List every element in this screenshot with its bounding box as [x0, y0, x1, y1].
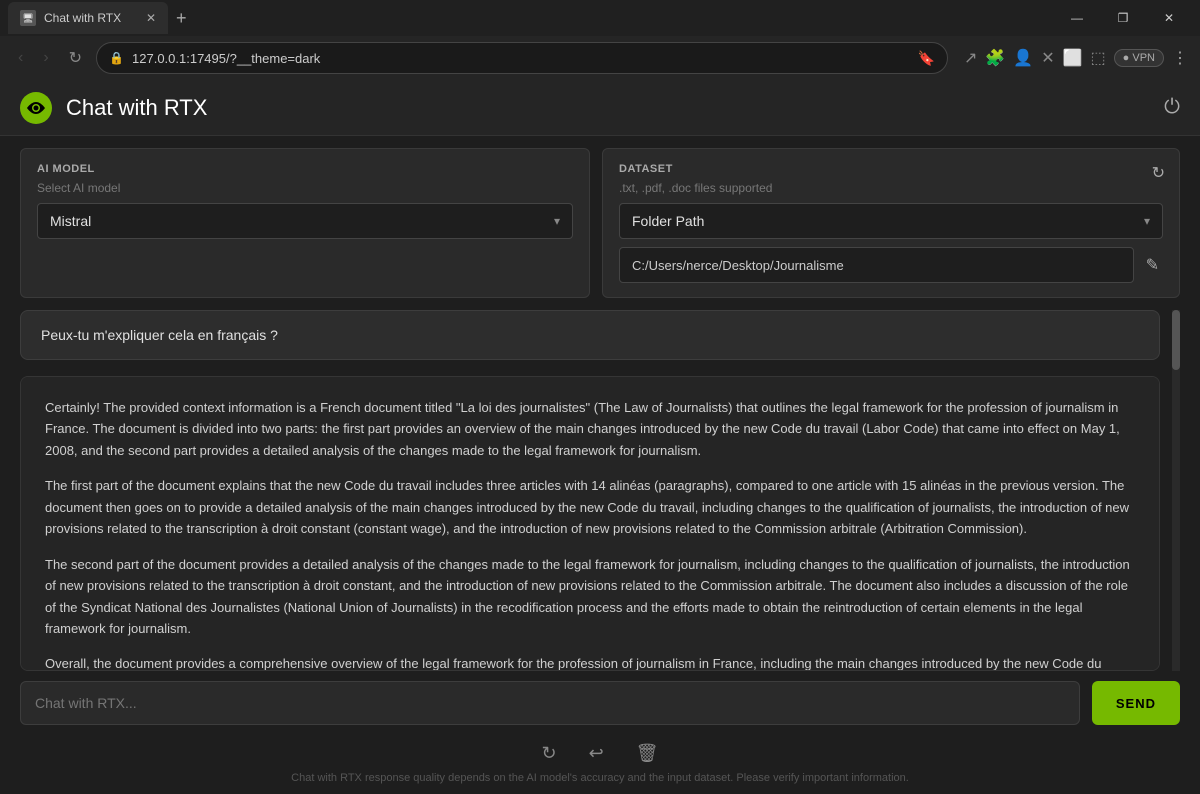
- ai-paragraph-3: The second part of the document provides…: [45, 554, 1135, 640]
- folder-dropdown-arrow: ▾: [1144, 214, 1150, 228]
- browser-toolbar-extras: ↗ 🧩 👤 ✕ ⬜ ⬚ ● VPN ⋮: [964, 48, 1188, 68]
- chat-messages-wrapper: Peux-tu m'expliquer cela en français ? C…: [20, 310, 1180, 671]
- sidebar-icon[interactable]: ⬜: [1063, 48, 1083, 68]
- folder-path-label: Folder Path: [632, 213, 1144, 229]
- app-header: Chat with RTX ⏻: [0, 80, 1200, 136]
- chat-input-row: SEND: [20, 671, 1180, 733]
- window-controls: — ❐ ✕: [1054, 0, 1192, 36]
- footer-disclaimer: Chat with RTX response quality depends o…: [20, 772, 1180, 794]
- ai-paragraph-1: Certainly! The provided context informat…: [45, 397, 1135, 461]
- undo-button[interactable]: ↩: [585, 739, 608, 768]
- ai-model-label: AI model: [37, 163, 573, 175]
- browser-title-bar: 🖥 Chat with RTX ✕ + — ❐ ✕: [0, 0, 1200, 36]
- scrollbar-track[interactable]: [1172, 310, 1180, 671]
- config-row: AI model Select AI model Mistral ▾ Datas…: [0, 136, 1200, 310]
- browser-address-bar: ‹ › ↻ 🔒 127.0.0.1:17495/?__theme=dark 🔖 …: [0, 36, 1200, 80]
- secure-icon: 🔒: [109, 51, 124, 65]
- ai-paragraph-4: Overall, the document provides a compreh…: [45, 653, 1135, 671]
- chat-area: Peux-tu m'expliquer cela en français ? C…: [0, 310, 1200, 794]
- tab-title: Chat with RTX: [44, 11, 138, 25]
- nvidia-logo: [20, 92, 52, 124]
- tab-close-button[interactable]: ✕: [146, 11, 156, 25]
- footer-actions: ↻ ↩ 🗑: [20, 733, 1180, 772]
- reset-button[interactable]: ↻: [537, 739, 560, 768]
- extensions-icon[interactable]: 🧩: [985, 48, 1005, 68]
- back-button[interactable]: ‹: [12, 45, 29, 71]
- ai-model-dropdown[interactable]: Mistral ▾: [37, 203, 573, 239]
- ai-response-container: Certainly! The provided context informat…: [20, 376, 1160, 671]
- ai-model-sublabel: Select AI model: [37, 181, 573, 195]
- send-button[interactable]: SEND: [1092, 681, 1180, 725]
- tab-favicon: 🖥: [20, 10, 36, 26]
- tab-groups-icon[interactable]: ⬚: [1091, 48, 1106, 68]
- folder-path-row: C:/Users/nerce/Desktop/Journalisme ✎: [619, 247, 1163, 283]
- new-tab-button[interactable]: +: [172, 4, 191, 33]
- browser-menu-icon[interactable]: ⋮: [1172, 48, 1188, 68]
- dataset-refresh-button[interactable]: ↻: [1152, 163, 1165, 183]
- folder-path-dropdown[interactable]: Folder Path ▾: [619, 203, 1163, 239]
- ai-paragraph-2: The first part of the document explains …: [45, 475, 1135, 539]
- user-message-bubble: Peux-tu m'expliquer cela en français ?: [20, 310, 1160, 360]
- delete-button[interactable]: 🗑: [632, 739, 663, 768]
- app-title: Chat with RTX: [66, 95, 207, 121]
- x-icon[interactable]: ✕: [1041, 48, 1054, 68]
- ai-model-panel: AI model Select AI model Mistral ▾: [20, 148, 590, 298]
- vpn-badge: ● VPN: [1114, 49, 1164, 67]
- browser-tab[interactable]: 🖥 Chat with RTX ✕: [8, 2, 168, 34]
- window-close-button[interactable]: ✕: [1146, 0, 1192, 36]
- address-text: 127.0.0.1:17495/?__theme=dark: [132, 51, 910, 66]
- profile-icon[interactable]: 👤: [1013, 48, 1033, 68]
- scrollbar-thumb[interactable]: [1172, 310, 1180, 370]
- bookmark-icon[interactable]: 🔖: [918, 50, 935, 67]
- user-message-text: Peux-tu m'expliquer cela en français ?: [41, 327, 278, 343]
- forward-button[interactable]: ›: [37, 45, 54, 71]
- window-minimize-button[interactable]: —: [1054, 0, 1100, 36]
- dataset-label: Dataset: [619, 163, 1163, 175]
- folder-path-text: C:/Users/nerce/Desktop/Journalisme: [632, 258, 844, 273]
- address-bar[interactable]: 🔒 127.0.0.1:17495/?__theme=dark 🔖: [96, 42, 948, 74]
- refresh-button[interactable]: ↻: [63, 44, 88, 72]
- nvidia-eye-icon: [25, 100, 47, 116]
- ai-model-dropdown-arrow: ▾: [554, 214, 560, 228]
- folder-path-box: C:/Users/nerce/Desktop/Journalisme: [619, 247, 1134, 283]
- chat-input[interactable]: [20, 681, 1080, 725]
- window-maximize-button[interactable]: ❐: [1100, 0, 1146, 36]
- share-icon[interactable]: ↗: [964, 48, 977, 68]
- dataset-file-types: .txt, .pdf, .doc files supported: [619, 181, 1163, 195]
- dataset-panel: Dataset .txt, .pdf, .doc files supported…: [602, 148, 1180, 298]
- folder-edit-button[interactable]: ✎: [1142, 251, 1163, 279]
- power-button[interactable]: ⏻: [1164, 96, 1180, 119]
- ai-model-selected: Mistral: [50, 213, 554, 229]
- app-container: Chat with RTX ⏻ AI model Select AI model…: [0, 80, 1200, 794]
